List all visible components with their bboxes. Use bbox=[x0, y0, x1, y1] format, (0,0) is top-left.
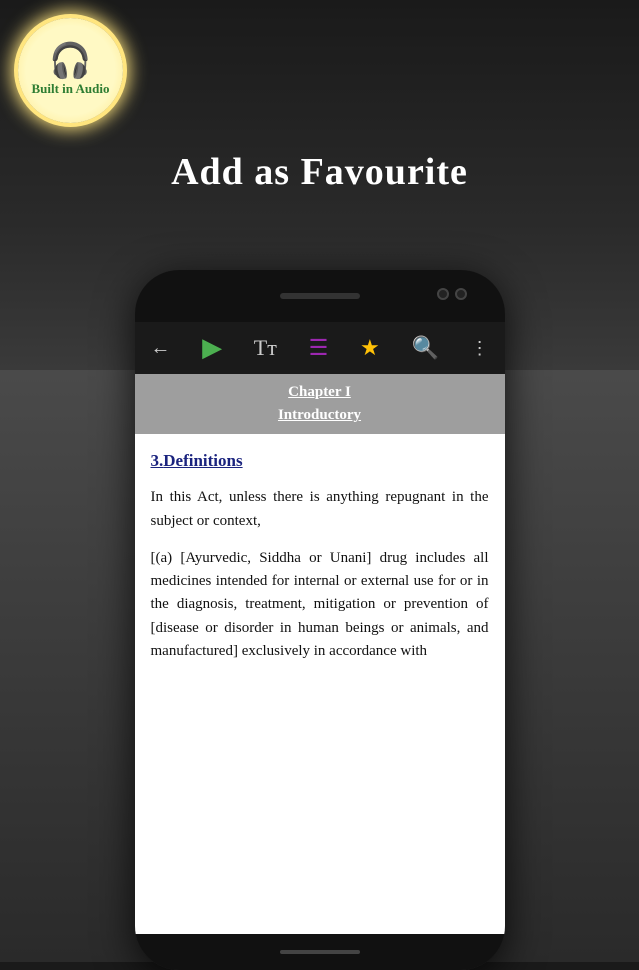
section-number: 3. bbox=[151, 451, 164, 470]
audio-badge-text: Built in Audio bbox=[31, 81, 109, 97]
search-button[interactable]: 🔍 bbox=[411, 335, 438, 361]
section-name: Definitions bbox=[163, 451, 242, 470]
content-area: Chapter I Introductory 3.Definitions In … bbox=[135, 374, 505, 934]
list-button[interactable]: ☰ bbox=[309, 335, 329, 361]
play-button[interactable]: ▶ bbox=[202, 333, 222, 363]
favourite-button[interactable]: ★ bbox=[360, 335, 380, 361]
phone-top-bar bbox=[135, 270, 505, 322]
phone-speaker bbox=[280, 293, 360, 299]
section-heading: 3.Definitions bbox=[151, 448, 489, 474]
phone-device: ← ▶ Tт ☰ ★ 🔍 ⋮ Chapter I Introductory 3.… bbox=[135, 270, 505, 970]
home-indicator bbox=[280, 950, 360, 954]
chapter-subtitle: Introductory bbox=[151, 407, 489, 424]
page-title: Add as Favourite bbox=[0, 150, 639, 194]
app-toolbar: ← ▶ Tт ☰ ★ 🔍 ⋮ bbox=[135, 322, 505, 374]
document-content: 3.Definitions In this Act, unless there … bbox=[135, 434, 505, 934]
more-options-button[interactable]: ⋮ bbox=[471, 338, 489, 359]
headphone-icon: 🎧 bbox=[49, 45, 91, 79]
back-button[interactable]: ← bbox=[150, 337, 170, 360]
phone-camera-1 bbox=[437, 288, 449, 300]
chapter-header: Chapter I Introductory bbox=[135, 374, 505, 434]
paragraph-1: In this Act, unless there is anything re… bbox=[151, 486, 489, 533]
text-size-button[interactable]: Tт bbox=[254, 335, 277, 361]
phone-camera-2 bbox=[455, 288, 467, 300]
chapter-title: Chapter I bbox=[151, 384, 489, 401]
audio-badge[interactable]: 🎧 Built in Audio bbox=[18, 18, 123, 123]
phone-bottom-bar bbox=[135, 934, 505, 970]
paragraph-2: [(a) [Ayurvedic, Siddha or Unani] drug i… bbox=[151, 547, 489, 663]
